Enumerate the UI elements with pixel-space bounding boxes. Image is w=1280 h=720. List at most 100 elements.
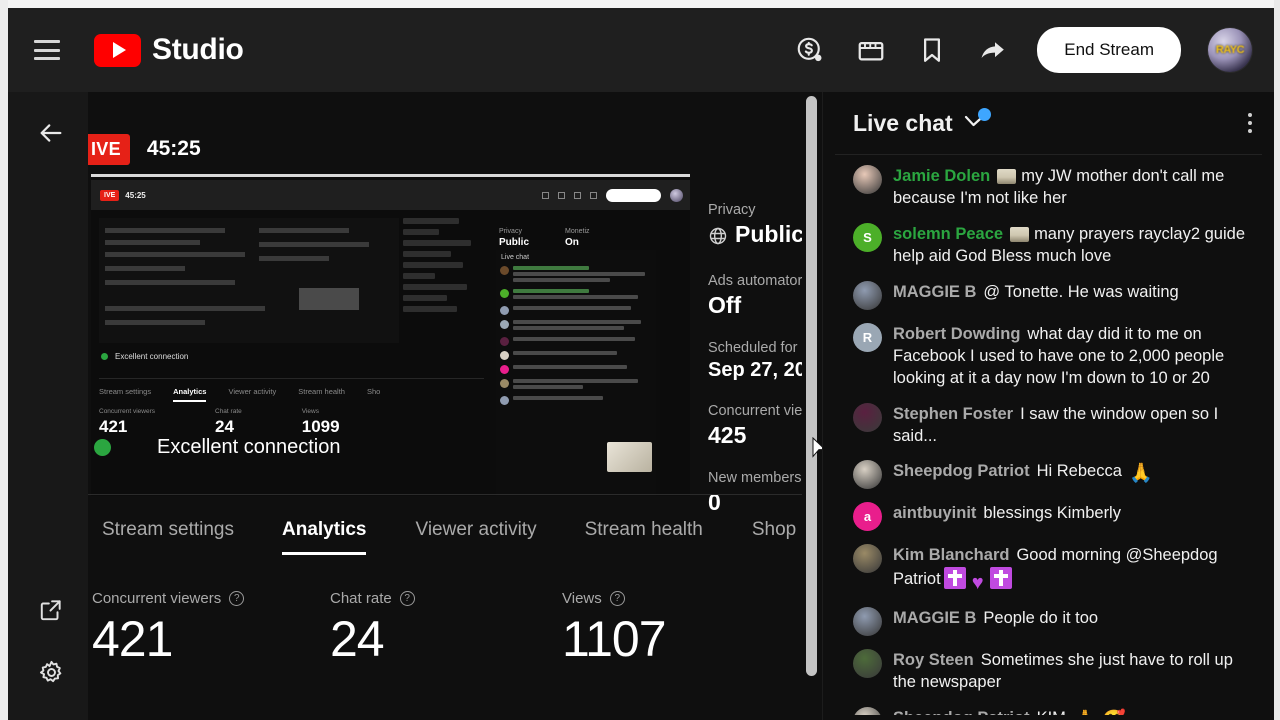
- chat-avatar[interactable]: R: [853, 322, 882, 352]
- chat-avatar[interactable]: [853, 707, 882, 715]
- help-icon[interactable]: ?: [609, 591, 625, 606]
- nested-meta-column: [403, 218, 483, 343]
- chat-text: @ Tonette. He was waiting: [983, 282, 1179, 301]
- help-icon[interactable]: ?: [399, 591, 415, 606]
- metric-value: 421: [92, 611, 173, 667]
- notification-dot: [977, 107, 991, 121]
- avatar-initials: RAYC: [1215, 44, 1245, 56]
- window-frame-right: [1274, 0, 1280, 720]
- chat-message[interactable]: Kim Blanchard Good morning @Sheepdog Patr…: [853, 544, 1258, 594]
- clapperboard-icon[interactable]: [854, 33, 888, 67]
- chat-author[interactable]: Kim Blanchard: [893, 546, 1009, 564]
- hamburger-menu-icon[interactable]: [34, 40, 60, 60]
- chat-avatar[interactable]: [853, 649, 882, 679]
- chat-message[interactable]: Sheepdog Patriot KIM 🙏 🥰: [853, 707, 1258, 715]
- chat-author[interactable]: Roy Steen: [893, 651, 974, 669]
- scrollbar-thumb[interactable]: [806, 96, 817, 676]
- chat-avatar[interactable]: S: [853, 222, 882, 252]
- chat-text: KIM: [1037, 709, 1066, 715]
- nested-live-timer: 45:25: [125, 190, 146, 200]
- settings-gear-icon[interactable]: [34, 655, 68, 689]
- left-rail: [8, 92, 88, 720]
- nested-video-thumb: [99, 218, 399, 343]
- live-chat-messages[interactable]: Jamie Dolen my JW mother don't call me be…: [823, 155, 1274, 715]
- chat-avatar[interactable]: a: [853, 502, 882, 532]
- concurrent-viewers-value: 425: [708, 422, 747, 448]
- window-frame-left: [0, 0, 8, 720]
- chat-author[interactable]: Stephen Foster: [893, 405, 1013, 423]
- privacy-block: Privacy Public: [708, 202, 804, 252]
- chat-message-body: solemn Peace many prayers rayclay2 guide …: [893, 223, 1258, 268]
- monetization-icon[interactable]: [793, 33, 827, 67]
- chat-author[interactable]: Robert Dowding: [893, 325, 1020, 343]
- chat-message[interactable]: R Robert Dowding what day did it to me on …: [853, 322, 1258, 390]
- chat-avatar[interactable]: [853, 460, 882, 490]
- chat-message-body: MAGGIE B @ Tonette. He was waiting: [893, 281, 1179, 304]
- avatar[interactable]: RAYC: [1208, 28, 1252, 72]
- live-chat-panel: Live chat Jamie Dolen my JW mother don't …: [822, 92, 1274, 720]
- chat-author[interactable]: MAGGIE B: [893, 609, 976, 627]
- chat-message[interactable]: MAGGIE B People do it too: [853, 607, 1258, 637]
- chat-avatar[interactable]: [853, 544, 882, 574]
- chat-avatar[interactable]: [853, 165, 882, 194]
- analytics-metrics: Concurrent viewers ? 421 Chat rate ? 24 …: [92, 590, 667, 668]
- help-icon[interactable]: ?: [229, 591, 245, 606]
- chat-message[interactable]: Jamie Dolen my JW mother don't call me be…: [853, 165, 1258, 210]
- chat-author[interactable]: solemn Peace: [893, 225, 1003, 243]
- share-icon[interactable]: [976, 33, 1010, 67]
- chat-emoji: 🙏 🥰: [1068, 710, 1126, 715]
- connection-status-label: Excellent connection: [157, 436, 341, 458]
- end-stream-button[interactable]: End Stream: [1037, 27, 1181, 73]
- window-frame-top: [0, 0, 1280, 8]
- new-members-label: New members: [708, 470, 802, 486]
- chat-message[interactable]: Stephen Foster I saw the window open so I…: [853, 402, 1258, 448]
- member-badge-icon: [997, 169, 1017, 184]
- tab-stream-settings[interactable]: Stream settings: [102, 519, 234, 561]
- member-badge-icon: [1010, 226, 1030, 242]
- youtube-logo-icon: [94, 33, 141, 67]
- chat-avatar[interactable]: [853, 280, 882, 310]
- connection-status: Excellent connection: [94, 436, 340, 459]
- metric-label: Concurrent viewers: [92, 590, 222, 607]
- chevron-down-icon[interactable]: [964, 107, 991, 133]
- external-link-icon[interactable]: [34, 593, 68, 627]
- dashboard-tab-bar: Stream settings Analytics Viewer activit…: [88, 494, 816, 564]
- chat-author[interactable]: Sheepdog Patriot: [893, 709, 1030, 715]
- tab-viewer-activity[interactable]: Viewer activity: [415, 519, 536, 561]
- chat-message[interactable]: Sheepdog Patriot Hi Rebecca 🙏: [853, 460, 1258, 490]
- chat-author[interactable]: Sheepdog Patriot: [893, 462, 1030, 480]
- ads-automator-block: Ads automator Off: [708, 273, 816, 319]
- chat-message-body: Kim Blanchard Good morning @Sheepdog Patr…: [893, 544, 1258, 594]
- header-actions: End Stream RAYC: [793, 27, 1252, 73]
- chat-author[interactable]: Jamie Dolen: [893, 167, 990, 185]
- chat-avatar[interactable]: [853, 402, 882, 432]
- kebab-menu-icon[interactable]: [1248, 113, 1252, 133]
- stream-meta-panel: Privacy Public Monetiz On: [708, 202, 816, 516]
- chat-author[interactable]: MAGGIE B: [893, 283, 976, 301]
- tab-analytics[interactable]: Analytics: [282, 519, 367, 561]
- chat-message-body: Stephen Foster I saw the window open so I…: [893, 403, 1258, 448]
- nested-live-badge: IVE: [100, 189, 120, 201]
- metric-value: 24: [330, 611, 385, 667]
- bookmark-icon[interactable]: [915, 33, 949, 67]
- nested-avatar: [670, 188, 683, 202]
- globe-icon: [708, 225, 728, 252]
- concurrent-viewers-block: Concurrent viewers 425: [708, 403, 816, 449]
- chat-message[interactable]: a aintbuyinit blessings Kimberly: [853, 502, 1258, 532]
- metric-label: Chat rate: [330, 590, 392, 607]
- scheduled-block: Scheduled for Sep 27, 2024, 7:30: [708, 340, 816, 382]
- ads-automator-value: Off: [708, 292, 742, 318]
- chat-message[interactable]: MAGGIE B @ Tonette. He was waiting: [853, 280, 1258, 310]
- nested-metrics: Concurrent viewers 421 Chat rate 24 View…: [99, 408, 340, 436]
- chat-avatar[interactable]: [853, 607, 882, 637]
- studio-brand[interactable]: Studio: [94, 33, 244, 67]
- back-arrow-icon[interactable]: [34, 116, 68, 150]
- chat-author[interactable]: aintbuyinit: [893, 504, 976, 522]
- chat-message[interactable]: Roy Steen Sometimes she just have to roll…: [853, 649, 1258, 694]
- tab-stream-health[interactable]: Stream health: [585, 519, 703, 561]
- chat-text: Hi Rebecca: [1036, 462, 1122, 481]
- chat-message[interactable]: Ssolemn Peace many prayers rayclay2 guide…: [853, 222, 1258, 268]
- tab-shop[interactable]: Shop: [752, 519, 796, 561]
- youtube-studio-live-dashboard: Studio End Stream RAYC IVE 45:25 IVE 45:…: [0, 0, 1280, 720]
- metric-views: Views ? 1107: [562, 590, 667, 668]
